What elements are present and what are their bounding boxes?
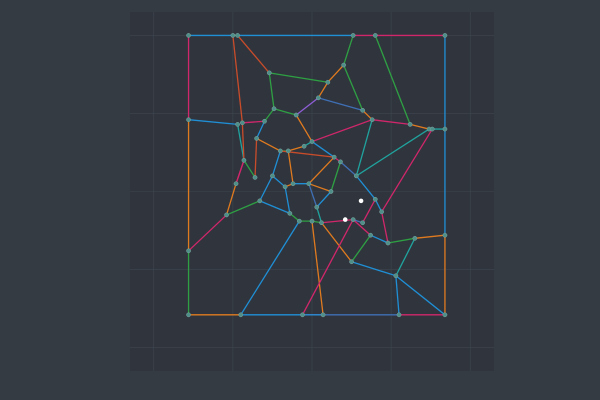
- graph-node: [235, 122, 240, 127]
- graph-node: [314, 204, 320, 210]
- graph-node: [282, 184, 288, 190]
- graph-node: [186, 117, 191, 123]
- graph-node: [442, 126, 448, 132]
- graph-node: [235, 33, 240, 38]
- graph-node: [353, 173, 359, 179]
- graph-node: [309, 218, 315, 224]
- graph-node: [285, 148, 291, 154]
- graph-node: [385, 240, 391, 246]
- graph-node: [186, 312, 191, 318]
- graph-node: [442, 312, 448, 318]
- graph-node: [320, 312, 326, 318]
- graph-node: [315, 95, 321, 101]
- graph-node: [257, 198, 263, 204]
- graph-node: [372, 33, 378, 38]
- graph-node: [186, 248, 191, 254]
- chart-canvas: [130, 12, 494, 371]
- graph-node: [296, 218, 302, 224]
- graph-node: [350, 33, 356, 38]
- graph-node: [270, 173, 275, 179]
- graph-node: [252, 175, 258, 180]
- highlight-node: [342, 217, 348, 222]
- figure: [0, 0, 600, 400]
- graph-node: [271, 106, 277, 112]
- highlight-node: [358, 198, 364, 204]
- graph-node: [338, 159, 343, 165]
- graph-node: [186, 33, 191, 38]
- graph-node: [240, 120, 245, 126]
- graph-node: [328, 189, 334, 194]
- graph-node: [407, 122, 413, 127]
- graph-node: [442, 33, 448, 38]
- graph-node: [290, 181, 296, 187]
- graph-node: [238, 312, 244, 318]
- graph-node: [277, 148, 283, 154]
- graph-node: [368, 232, 373, 238]
- graph-node: [396, 312, 402, 318]
- graph-node: [262, 118, 267, 124]
- graph-node: [224, 212, 229, 218]
- graph-node: [266, 70, 272, 76]
- graph-node: [372, 196, 378, 202]
- graph-node: [319, 220, 324, 226]
- graph-node: [301, 143, 307, 149]
- graph-node: [306, 181, 312, 187]
- graph-node: [241, 157, 247, 163]
- graph-node: [350, 217, 356, 222]
- graph-node: [300, 312, 305, 318]
- graph-node: [254, 136, 259, 141]
- graph-node: [325, 79, 331, 85]
- graph-node: [442, 232, 448, 238]
- graph-node: [360, 107, 365, 113]
- graph-node: [429, 126, 435, 132]
- graph-node: [233, 181, 239, 187]
- graph-node: [293, 112, 299, 118]
- graph-node: [412, 235, 418, 241]
- graph-node: [341, 62, 347, 68]
- graph-node: [360, 220, 365, 226]
- graph-node: [309, 139, 315, 144]
- graph-node: [331, 154, 337, 160]
- graph-node: [287, 211, 293, 216]
- graph-node: [349, 259, 354, 265]
- graph-node: [369, 117, 375, 123]
- graph-node: [379, 209, 384, 215]
- graph-node: [230, 33, 236, 38]
- graph-node: [393, 273, 399, 279]
